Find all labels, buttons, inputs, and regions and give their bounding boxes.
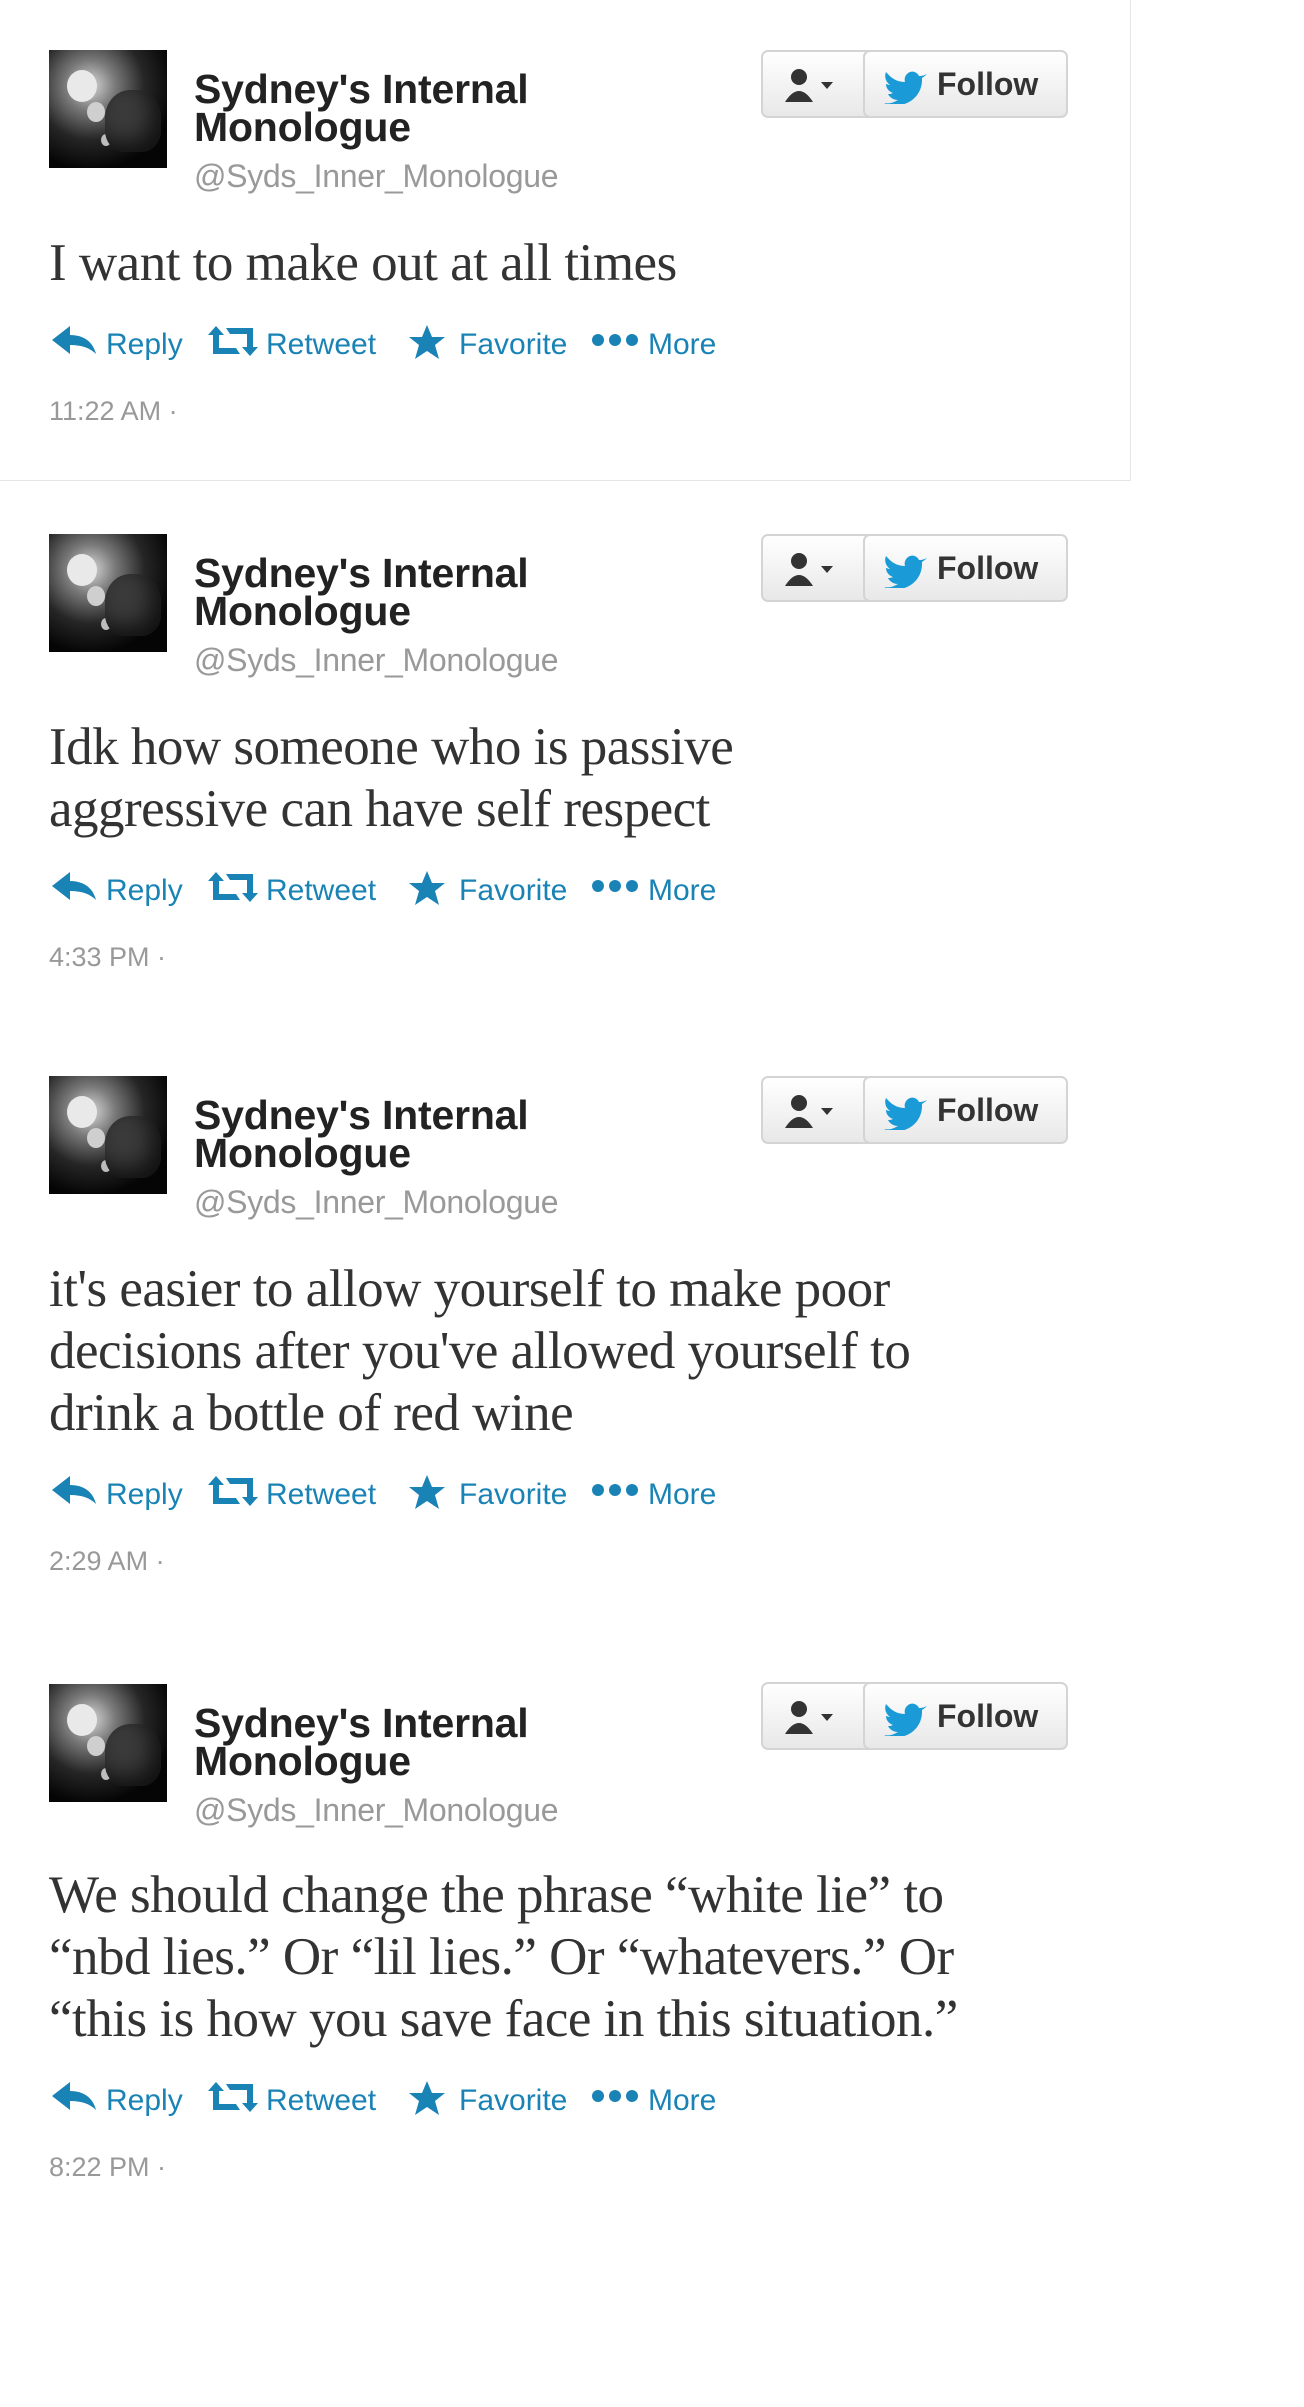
follow-button[interactable]: Follow [863, 50, 1068, 118]
avatar[interactable] [49, 50, 167, 168]
favorite-label: Favorite [459, 2084, 568, 2117]
tweet-stream: Sydney's Internal Monologue @Syds_Inner_… [0, 0, 1304, 2407]
retweet-icon [208, 872, 258, 902]
username[interactable]: @Syds_Inner_Monologue [194, 642, 559, 679]
reply-arrow-icon [52, 872, 96, 900]
ellipsis-icon [592, 1484, 638, 1496]
tweet-text-line: Idk how someone who is passive [49, 718, 734, 776]
follow-button[interactable]: Follow [863, 534, 1068, 602]
reply-label: Reply [106, 328, 183, 361]
star-icon [409, 325, 445, 359]
more-label: More [648, 874, 717, 907]
retweet-label: Retweet [266, 2084, 377, 2117]
retweet-icon [208, 2082, 258, 2112]
tweet-card: Sydney's Internal Monologue @Syds_Inner_… [0, 1620, 1130, 2220]
user-dropdown-icon [785, 69, 833, 102]
display-name[interactable]: Sydney's Internal Monologue [194, 550, 614, 634]
display-name-line1: Sydney's Internal [194, 1700, 529, 1746]
retweet-icon [208, 1476, 258, 1506]
display-name-line2: Monologue [194, 588, 411, 634]
star-icon [409, 2081, 445, 2115]
tweet-text-line: “this is how you save face in this situa… [49, 1990, 958, 2048]
display-name[interactable]: Sydney's Internal Monologue [194, 66, 614, 150]
timestamp[interactable]: 4:33 PM · [49, 942, 166, 973]
star-icon [409, 1475, 445, 1509]
tweet-card: Sydney's Internal Monologue @Syds_Inner_… [0, 1020, 1130, 1620]
avatar[interactable] [49, 534, 167, 652]
display-name-line2: Monologue [194, 1738, 411, 1784]
user-dropdown-icon [785, 1701, 833, 1734]
tweet-text-line: We should change the phrase “white lie” … [49, 1866, 944, 1924]
more-label: More [648, 1478, 717, 1511]
display-name-line1: Sydney's Internal [194, 550, 529, 596]
follow-label: Follow [937, 1092, 1039, 1128]
username[interactable]: @Syds_Inner_Monologue [194, 1184, 559, 1221]
reply-label: Reply [106, 1478, 183, 1511]
more-label: More [648, 2084, 717, 2117]
more-label: More [648, 328, 717, 361]
tweet-text: Idk how someone who is passive aggressiv… [49, 716, 1069, 840]
avatar[interactable] [49, 1076, 167, 1194]
follow-button[interactable]: Follow [863, 1076, 1068, 1144]
tweet-text: I want to make out at all times [49, 232, 1069, 294]
tweet-text-line: it's easier to allow yourself to make po… [49, 1260, 890, 1318]
reply-label: Reply [106, 874, 183, 907]
username[interactable]: @Syds_Inner_Monologue [194, 1792, 559, 1829]
display-name[interactable]: Sydney's Internal Monologue [194, 1092, 614, 1176]
twitter-bird-icon [884, 71, 927, 104]
ellipsis-icon [592, 334, 638, 346]
reply-arrow-icon [52, 1476, 96, 1504]
follow-label: Follow [937, 550, 1039, 586]
reply-arrow-icon [52, 326, 96, 354]
favorite-label: Favorite [459, 328, 568, 361]
tweet-card: Sydney's Internal Monologue @Syds_Inner_… [0, 0, 1131, 481]
display-name-line2: Monologue [194, 104, 411, 150]
reply-label: Reply [106, 2084, 183, 2117]
timestamp[interactable]: 2:29 AM · [49, 1546, 165, 1577]
ellipsis-icon [592, 880, 638, 892]
tweet-text-line: I want to make out at all times [49, 234, 677, 292]
tweet-text-line: “nbd lies.” Or “lil lies.” Or “whatevers… [49, 1928, 954, 1986]
twitter-bird-icon [884, 1097, 927, 1130]
tweet-text-line: drink a bottle of red wine [49, 1384, 574, 1442]
reply-arrow-icon [52, 2082, 96, 2110]
twitter-bird-icon [884, 1703, 927, 1736]
display-name-line2: Monologue [194, 1130, 411, 1176]
timestamp[interactable]: 11:22 AM · [49, 396, 178, 427]
ellipsis-icon [592, 2090, 638, 2102]
star-icon [409, 871, 445, 905]
follow-button[interactable]: Follow [863, 1682, 1068, 1750]
twitter-bird-icon [884, 555, 927, 588]
user-dropdown-icon [785, 1095, 833, 1128]
follow-label: Follow [937, 1698, 1039, 1734]
tweet-card: Sydney's Internal Monologue @Syds_Inner_… [0, 480, 1130, 1020]
avatar[interactable] [49, 1684, 167, 1802]
display-name-line1: Sydney's Internal [194, 66, 529, 112]
user-dropdown-icon [785, 553, 833, 586]
display-name[interactable]: Sydney's Internal Monologue [194, 1700, 614, 1784]
favorite-label: Favorite [459, 874, 568, 907]
retweet-icon [208, 326, 258, 356]
retweet-label: Retweet [266, 328, 377, 361]
tweet-text: We should change the phrase “white lie” … [49, 1864, 1069, 2050]
display-name-line1: Sydney's Internal [194, 1092, 529, 1138]
tweet-text-line: decisions after you've allowed yourself … [49, 1322, 911, 1380]
follow-label: Follow [937, 66, 1039, 102]
favorite-label: Favorite [459, 1478, 568, 1511]
timestamp[interactable]: 8:22 PM · [49, 2152, 166, 2183]
retweet-label: Retweet [266, 874, 377, 907]
tweet-text-line: aggressive can have self respect [49, 780, 710, 838]
retweet-label: Retweet [266, 1478, 377, 1511]
tweet-text: it's easier to allow yourself to make po… [49, 1258, 1069, 1444]
username[interactable]: @Syds_Inner_Monologue [194, 158, 559, 195]
